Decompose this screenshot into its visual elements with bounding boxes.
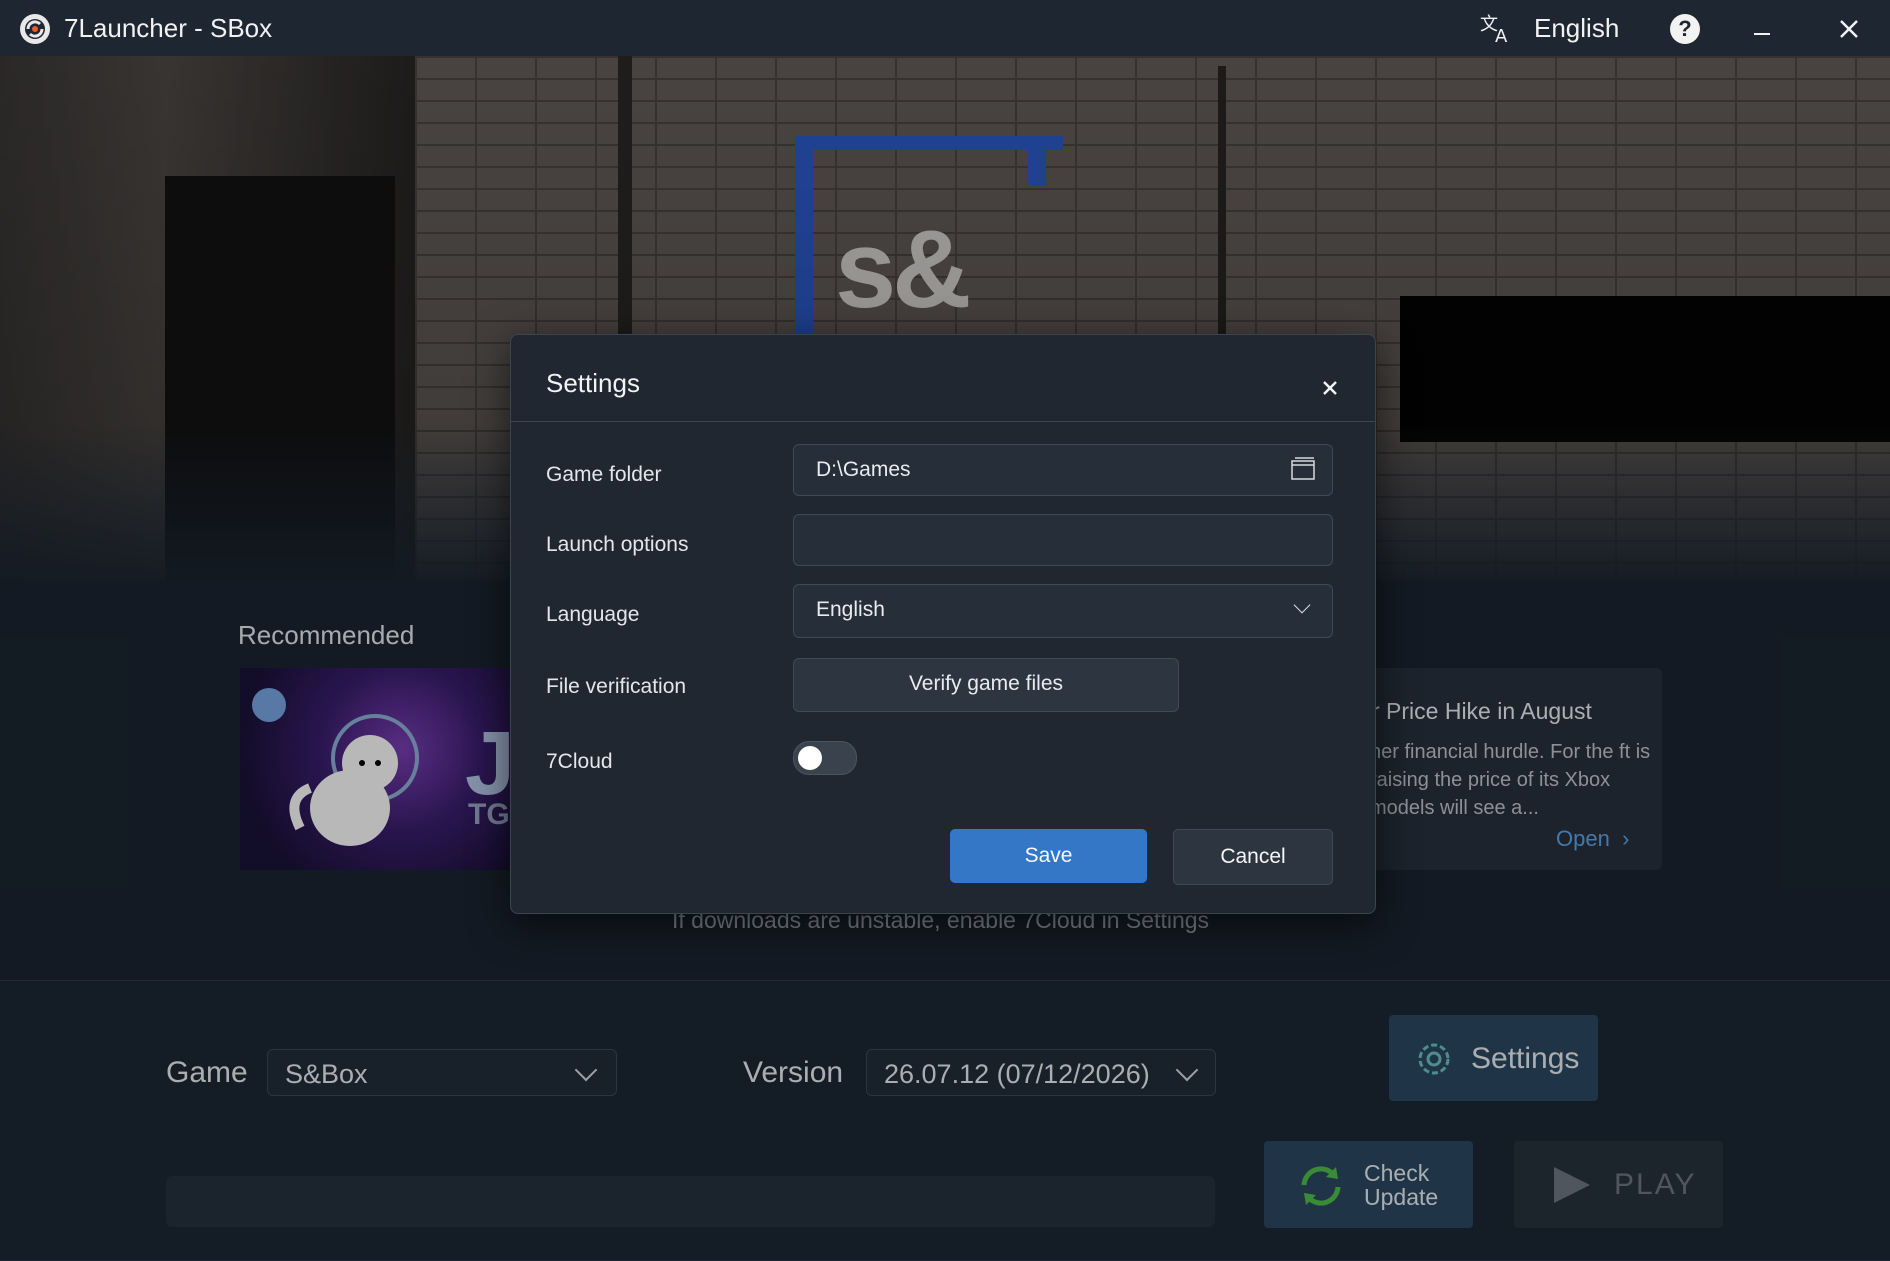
launch-options-label: Launch options — [546, 533, 689, 556]
dialog-divider — [511, 421, 1375, 422]
help-icon[interactable]: ? — [1670, 14, 1700, 44]
chevron-down-icon — [1293, 596, 1311, 614]
cancel-button-label: Cancel — [1220, 845, 1286, 868]
game-folder-field[interactable]: D:\Games — [793, 444, 1333, 496]
launch-options-input[interactable] — [793, 514, 1333, 566]
file-verification-label: File verification — [546, 675, 687, 698]
cancel-button[interactable]: Cancel — [1173, 829, 1333, 885]
language-select-value: English — [816, 598, 885, 621]
toggle-knob — [798, 746, 822, 770]
game-folder-label: Game folder — [546, 463, 662, 486]
translate-icon[interactable]: 文 A — [1478, 10, 1514, 46]
close-icon[interactable] — [1319, 377, 1341, 399]
game-folder-value: D:\Games — [816, 458, 911, 481]
settings-dialog: Settings Game folder D:\Games Launch opt… — [510, 334, 1376, 914]
cloud-toggle[interactable] — [793, 741, 857, 775]
verify-game-files-button[interactable]: Verify game files — [793, 658, 1179, 712]
app-logo-icon — [20, 14, 50, 44]
language-label: Language — [546, 603, 640, 626]
language-select[interactable]: English — [793, 584, 1333, 638]
language-selector[interactable]: English — [1534, 13, 1619, 44]
title-bar: 7Launcher - SBox 文 A English ? — [0, 0, 1890, 56]
folder-icon[interactable] — [1290, 456, 1316, 482]
window-title: 7Launcher - SBox — [64, 13, 273, 43]
verify-button-label: Verify game files — [908, 672, 1064, 695]
close-icon[interactable] — [1834, 14, 1864, 44]
save-button[interactable]: Save — [950, 829, 1147, 883]
save-button-label: Save — [1024, 844, 1073, 867]
minimize-icon[interactable] — [1748, 14, 1778, 44]
dialog-title: Settings — [546, 368, 640, 398]
svg-text:A: A — [1495, 26, 1508, 46]
cloud-label: 7Cloud — [546, 750, 613, 773]
